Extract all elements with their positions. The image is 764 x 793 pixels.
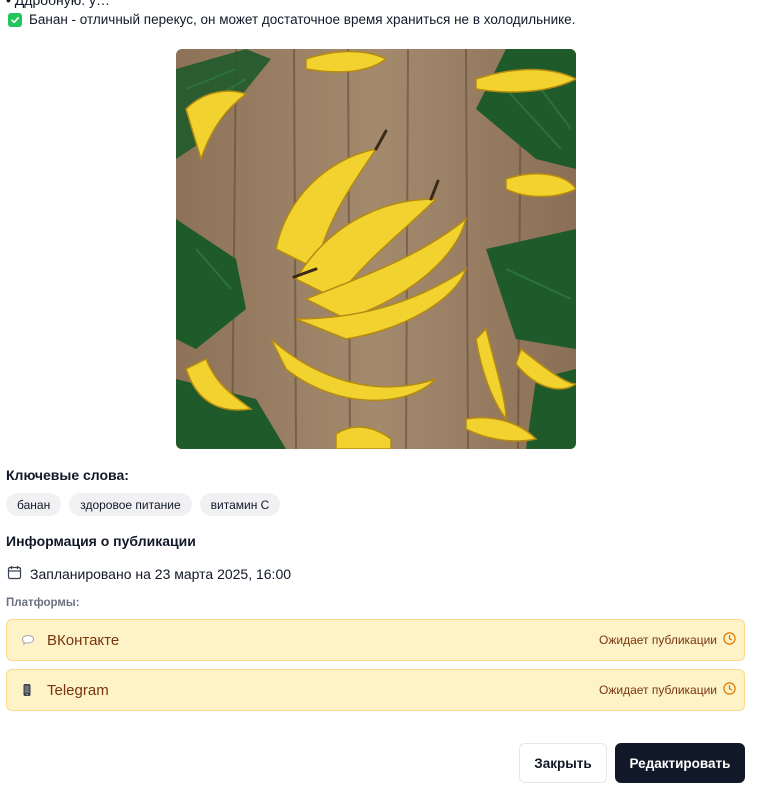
checklist-item: Банан - отличный перекус, он может доста… xyxy=(8,12,575,27)
clipped-text: • Ддробную. у… xyxy=(6,0,111,8)
publication-info-title: Информация о публикации xyxy=(6,533,196,549)
clock-icon xyxy=(723,682,736,698)
checklist-item-text: Банан - отличный перекус, он может доста… xyxy=(29,12,576,27)
post-image xyxy=(176,49,576,449)
edit-button[interactable]: Редактировать xyxy=(615,743,745,783)
keywords-title: Ключевые слова: xyxy=(6,467,129,483)
keyword-chip[interactable]: здоровое питание xyxy=(69,493,192,516)
calendar-icon xyxy=(7,565,22,583)
keyword-chip[interactable]: банан xyxy=(6,493,62,516)
phone-icon xyxy=(21,683,41,697)
platform-status: Ожидает публикации xyxy=(599,682,736,698)
clock-icon xyxy=(723,632,736,648)
platform-row-vkontakte[interactable]: ВКонтакте Ожидает публикации xyxy=(6,619,745,661)
platforms-label: Платформы: xyxy=(6,597,80,609)
platform-status-text: Ожидает публикации xyxy=(599,633,717,647)
checkmark-icon xyxy=(8,12,22,27)
platform-name: ВКонтакте xyxy=(47,631,120,649)
platform-name: Telegram xyxy=(47,681,109,699)
schedule-info: Запланировано на 23 марта 2025, 16:00 xyxy=(7,565,291,583)
close-button[interactable]: Закрыть xyxy=(519,743,607,783)
platform-row-telegram[interactable]: Telegram Ожидает публикации xyxy=(6,669,745,711)
platform-status-text: Ожидает публикации xyxy=(599,683,717,697)
keyword-chip[interactable]: витамин С xyxy=(199,493,281,516)
schedule-text: Запланировано на 23 марта 2025, 16:00 xyxy=(30,566,292,582)
speech-bubble-icon xyxy=(21,634,41,646)
platform-status: Ожидает публикации xyxy=(599,632,736,648)
keywords-list: банан здоровое питание витамин С xyxy=(6,493,281,516)
